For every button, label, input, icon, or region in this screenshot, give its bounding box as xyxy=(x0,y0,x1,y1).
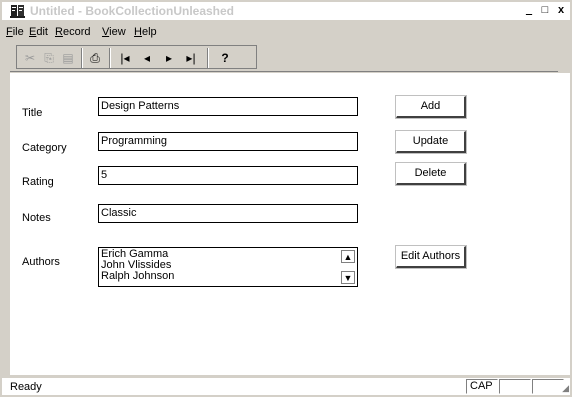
list-item[interactable]: Ralph Johnson xyxy=(101,271,174,282)
authors-list: Erich Gamma John Vlissides Ralph Johnson xyxy=(101,249,174,282)
menu-bar: File Edit Record View Help xyxy=(2,24,570,41)
rating-input[interactable]: 5 xyxy=(98,166,358,185)
menu-file[interactable]: File xyxy=(6,26,24,38)
form-area: Title Design Patterns Category Programmi… xyxy=(10,73,570,375)
first-record-icon[interactable]: |◂ xyxy=(115,49,135,67)
update-button[interactable]: Update xyxy=(395,130,467,154)
num-lock-indicator xyxy=(499,379,531,394)
minimize-button[interactable]: _ xyxy=(522,4,536,17)
add-button[interactable]: Add xyxy=(395,95,467,119)
window-title: Untitled - BookCollectionUnleashed xyxy=(30,4,235,18)
copy-icon[interactable]: ⎘ xyxy=(39,49,59,67)
resize-grip-icon[interactable]: ◢ xyxy=(562,383,569,394)
last-record-icon[interactable]: ▸| xyxy=(181,49,201,67)
scroll-down-icon[interactable]: ▼ xyxy=(341,271,355,284)
cut-icon[interactable]: ✂ xyxy=(20,49,40,67)
paste-icon[interactable]: ▤ xyxy=(58,49,78,67)
menu-help[interactable]: Help xyxy=(134,26,157,38)
title-label: Title xyxy=(22,107,43,119)
authors-label: Authors xyxy=(22,256,60,268)
title-input[interactable]: Design Patterns xyxy=(98,97,358,116)
authors-listbox[interactable]: Erich Gamma John Vlissides Ralph Johnson… xyxy=(98,247,358,287)
print-icon[interactable]: ⎙ xyxy=(85,49,105,67)
delete-button[interactable]: Delete xyxy=(395,162,467,186)
menu-record[interactable]: Record xyxy=(55,26,90,38)
toolbar: ✂ ⎘ ▤ ⎙ |◂ ◂ ▸ ▸| ? xyxy=(10,43,558,72)
toolbar-separator xyxy=(207,48,209,68)
main-window: Untitled - BookCollectionUnleashed _ □ x… xyxy=(0,0,572,397)
toolbar-separator xyxy=(109,48,111,68)
caps-lock-indicator: CAP xyxy=(466,379,498,394)
help-icon[interactable]: ? xyxy=(215,49,235,67)
category-input[interactable]: Programming xyxy=(98,132,358,151)
rating-label: Rating xyxy=(22,176,54,188)
toolbar-separator xyxy=(81,48,83,68)
scroll-lock-indicator xyxy=(532,379,564,394)
title-bar[interactable]: Untitled - BookCollectionUnleashed _ □ x xyxy=(2,2,570,20)
status-text: Ready xyxy=(10,381,42,393)
category-label: Category xyxy=(22,142,67,154)
app-icon xyxy=(10,5,25,18)
edit-authors-button[interactable]: Edit Authors xyxy=(395,245,467,269)
previous-record-icon[interactable]: ◂ xyxy=(137,49,157,67)
next-record-icon[interactable]: ▸ xyxy=(159,49,179,67)
menu-edit[interactable]: Edit xyxy=(29,26,48,38)
notes-label: Notes xyxy=(22,212,51,224)
menu-view[interactable]: View xyxy=(102,26,126,38)
scroll-up-icon[interactable]: ▲ xyxy=(341,250,355,263)
toolbar-frame: ✂ ⎘ ▤ ⎙ |◂ ◂ ▸ ▸| ? xyxy=(16,45,257,69)
close-button[interactable]: x xyxy=(554,4,568,17)
status-bar: Ready CAP ◢ xyxy=(2,378,570,395)
maximize-button[interactable]: □ xyxy=(538,4,552,17)
notes-input[interactable]: Classic xyxy=(98,204,358,223)
